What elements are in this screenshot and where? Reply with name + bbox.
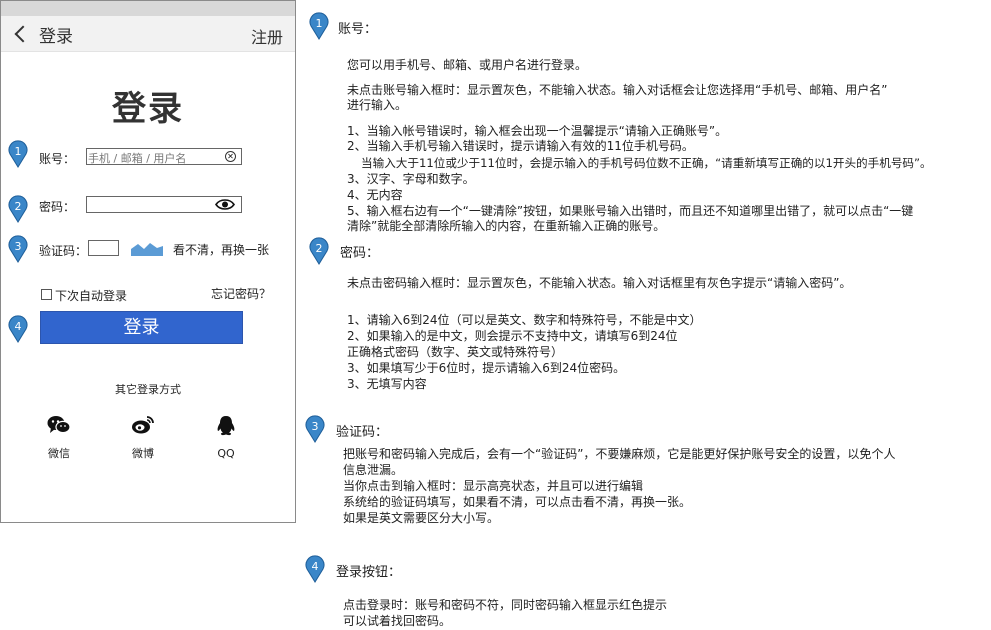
weibo-icon bbox=[132, 416, 154, 434]
marker-number: 4 bbox=[312, 560, 319, 573]
annotation-captcha-title: 验证码： bbox=[336, 425, 389, 440]
nav-title: 登录 bbox=[39, 26, 73, 47]
password-label: 密码： bbox=[39, 200, 76, 214]
annotation-line: 如果是英文需要区分大小写。 bbox=[343, 511, 500, 525]
marker-number: 3 bbox=[312, 420, 319, 433]
annotation-line: 您可以用手机号、邮箱、或用户名进行登录。 bbox=[347, 58, 588, 72]
annotation-account-title: 账号： bbox=[338, 22, 378, 37]
annotation-marker-2: 2 bbox=[309, 237, 329, 265]
wechat-icon bbox=[47, 416, 71, 434]
nav-bar: 登录 注册 bbox=[1, 16, 295, 52]
status-bar bbox=[1, 1, 295, 16]
annotation-line: 系统给的验证码填写，如果看不清，可以点击看不清，再换一张。 bbox=[343, 495, 692, 509]
account-input[interactable]: 手机 / 邮箱 / 用户名 ✕ bbox=[86, 148, 242, 165]
annotation-line: 把账号和密码输入完成后，会有一个“验证码”，不要嫌麻烦，它是能更好保护账号安全的… bbox=[343, 447, 896, 461]
annotation-marker-3: 3 bbox=[305, 415, 325, 443]
annotation-line: 3、如果填写少于6位时，提示请输入6到24位密码。 bbox=[347, 361, 626, 375]
annotation-password-title: 密码： bbox=[340, 246, 380, 261]
qq-icon bbox=[217, 416, 235, 436]
annotation-line: 1、当输入帐号错误时，输入框会出现一个温馨提示“请输入正确账号”。 bbox=[347, 124, 728, 138]
annotation-line: 2、如果输入的是中文，则会提示不支持中文，请填写6到24位 bbox=[347, 329, 678, 343]
annotation-line: 3、无填写内容 bbox=[347, 377, 427, 391]
social-wechat[interactable]: 微信 bbox=[34, 415, 84, 461]
other-login-title: 其它登录方式 bbox=[115, 383, 181, 396]
social-label: 微博 bbox=[132, 447, 154, 460]
annotation-line: 可以试着找回密码。 bbox=[343, 614, 452, 628]
captcha-label: 验证码： bbox=[39, 244, 88, 258]
marker-3: 3 bbox=[8, 235, 28, 263]
marker-number: 1 bbox=[316, 17, 323, 30]
remember-label: 下次自动登录 bbox=[55, 289, 128, 303]
annotation-line: 未点击密码输入框时：显示置灰色，不能输入状态。输入对话框里有灰色字提示“请输入密… bbox=[347, 276, 852, 290]
marker-number: 3 bbox=[15, 240, 22, 253]
page-title: 登录 bbox=[112, 89, 184, 129]
annotation-line: 2、当输入手机号输入错误时，提示请输入有效的11位手机号码。 bbox=[347, 139, 694, 153]
phone-mockup: 登录 注册 登录 账号： 手机 / 邮箱 / 用户名 ✕ 密码： 验证码： 看不… bbox=[0, 0, 296, 523]
marker-2: 2 bbox=[8, 195, 28, 223]
annotation-line: 清除”就能全部清除所输入的内容，在重新输入正确的账号。 bbox=[347, 219, 666, 233]
account-label: 账号： bbox=[39, 152, 76, 166]
register-link[interactable]: 注册 bbox=[251, 24, 283, 48]
password-input[interactable] bbox=[86, 196, 242, 213]
annotation-line: 当输入大于11位或少于11位时，会提示输入的手机号码位数不正确，“请重新填写正确… bbox=[361, 156, 932, 170]
login-button[interactable]: 登录 bbox=[40, 311, 243, 344]
captcha-input[interactable] bbox=[88, 240, 119, 256]
back-button[interactable]: 登录 bbox=[11, 22, 73, 47]
annotation-line: 进行输入。 bbox=[347, 98, 408, 112]
marker-number: 2 bbox=[316, 242, 323, 255]
chevron-left-icon bbox=[14, 25, 32, 43]
marker-number: 1 bbox=[15, 145, 22, 158]
marker-number: 2 bbox=[15, 200, 22, 213]
annotation-marker-1: 1 bbox=[309, 12, 329, 40]
captcha-image[interactable] bbox=[131, 240, 163, 256]
annotation-line: 未点击账号输入框时：显示置灰色，不能输入状态。输入对话框会让您选择用“手机号、邮… bbox=[347, 83, 888, 97]
annotation-line: 当你点击到输入框时：显示高亮状态，并且可以进行编辑 bbox=[343, 479, 644, 493]
annotation-line: 信息泄漏。 bbox=[343, 463, 404, 477]
annotation-line: 4、无内容 bbox=[347, 188, 403, 202]
annotation-login-title: 登录按钮： bbox=[336, 565, 402, 580]
eye-icon[interactable] bbox=[215, 198, 235, 211]
social-weibo[interactable]: 微博 bbox=[118, 415, 168, 461]
annotation-line: 3、汉字、字母和数字。 bbox=[347, 172, 475, 186]
annotation-line: 正确格式密码（数字、英文或特殊符号） bbox=[347, 345, 564, 359]
social-label: QQ bbox=[217, 447, 235, 460]
account-placeholder: 手机 / 邮箱 / 用户名 bbox=[88, 152, 187, 165]
annotation-line: 5、输入框右边有一个“一键清除”按钮，如果账号输入出错时，而且还不知道哪里出错了… bbox=[347, 204, 914, 218]
social-label: 微信 bbox=[48, 447, 70, 460]
marker-1: 1 bbox=[8, 140, 28, 168]
marker-4: 4 bbox=[8, 315, 28, 343]
social-qq[interactable]: QQ bbox=[201, 415, 251, 460]
refresh-captcha-link[interactable]: 看不清，再换一张 bbox=[173, 241, 269, 258]
marker-number: 4 bbox=[15, 320, 22, 333]
annotation-line: 点击登录时：账号和密码不符，同时密码输入框显示红色提示 bbox=[343, 598, 668, 612]
annotation-marker-4: 4 bbox=[305, 555, 325, 583]
clear-icon[interactable]: ✕ bbox=[225, 151, 236, 162]
forgot-password-link[interactable]: 忘记密码？ bbox=[211, 285, 271, 302]
annotation-line: 1、请输入6到24位（可以是英文、数字和特殊符号，不能是中文） bbox=[347, 313, 702, 327]
remember-checkbox[interactable] bbox=[41, 289, 52, 300]
